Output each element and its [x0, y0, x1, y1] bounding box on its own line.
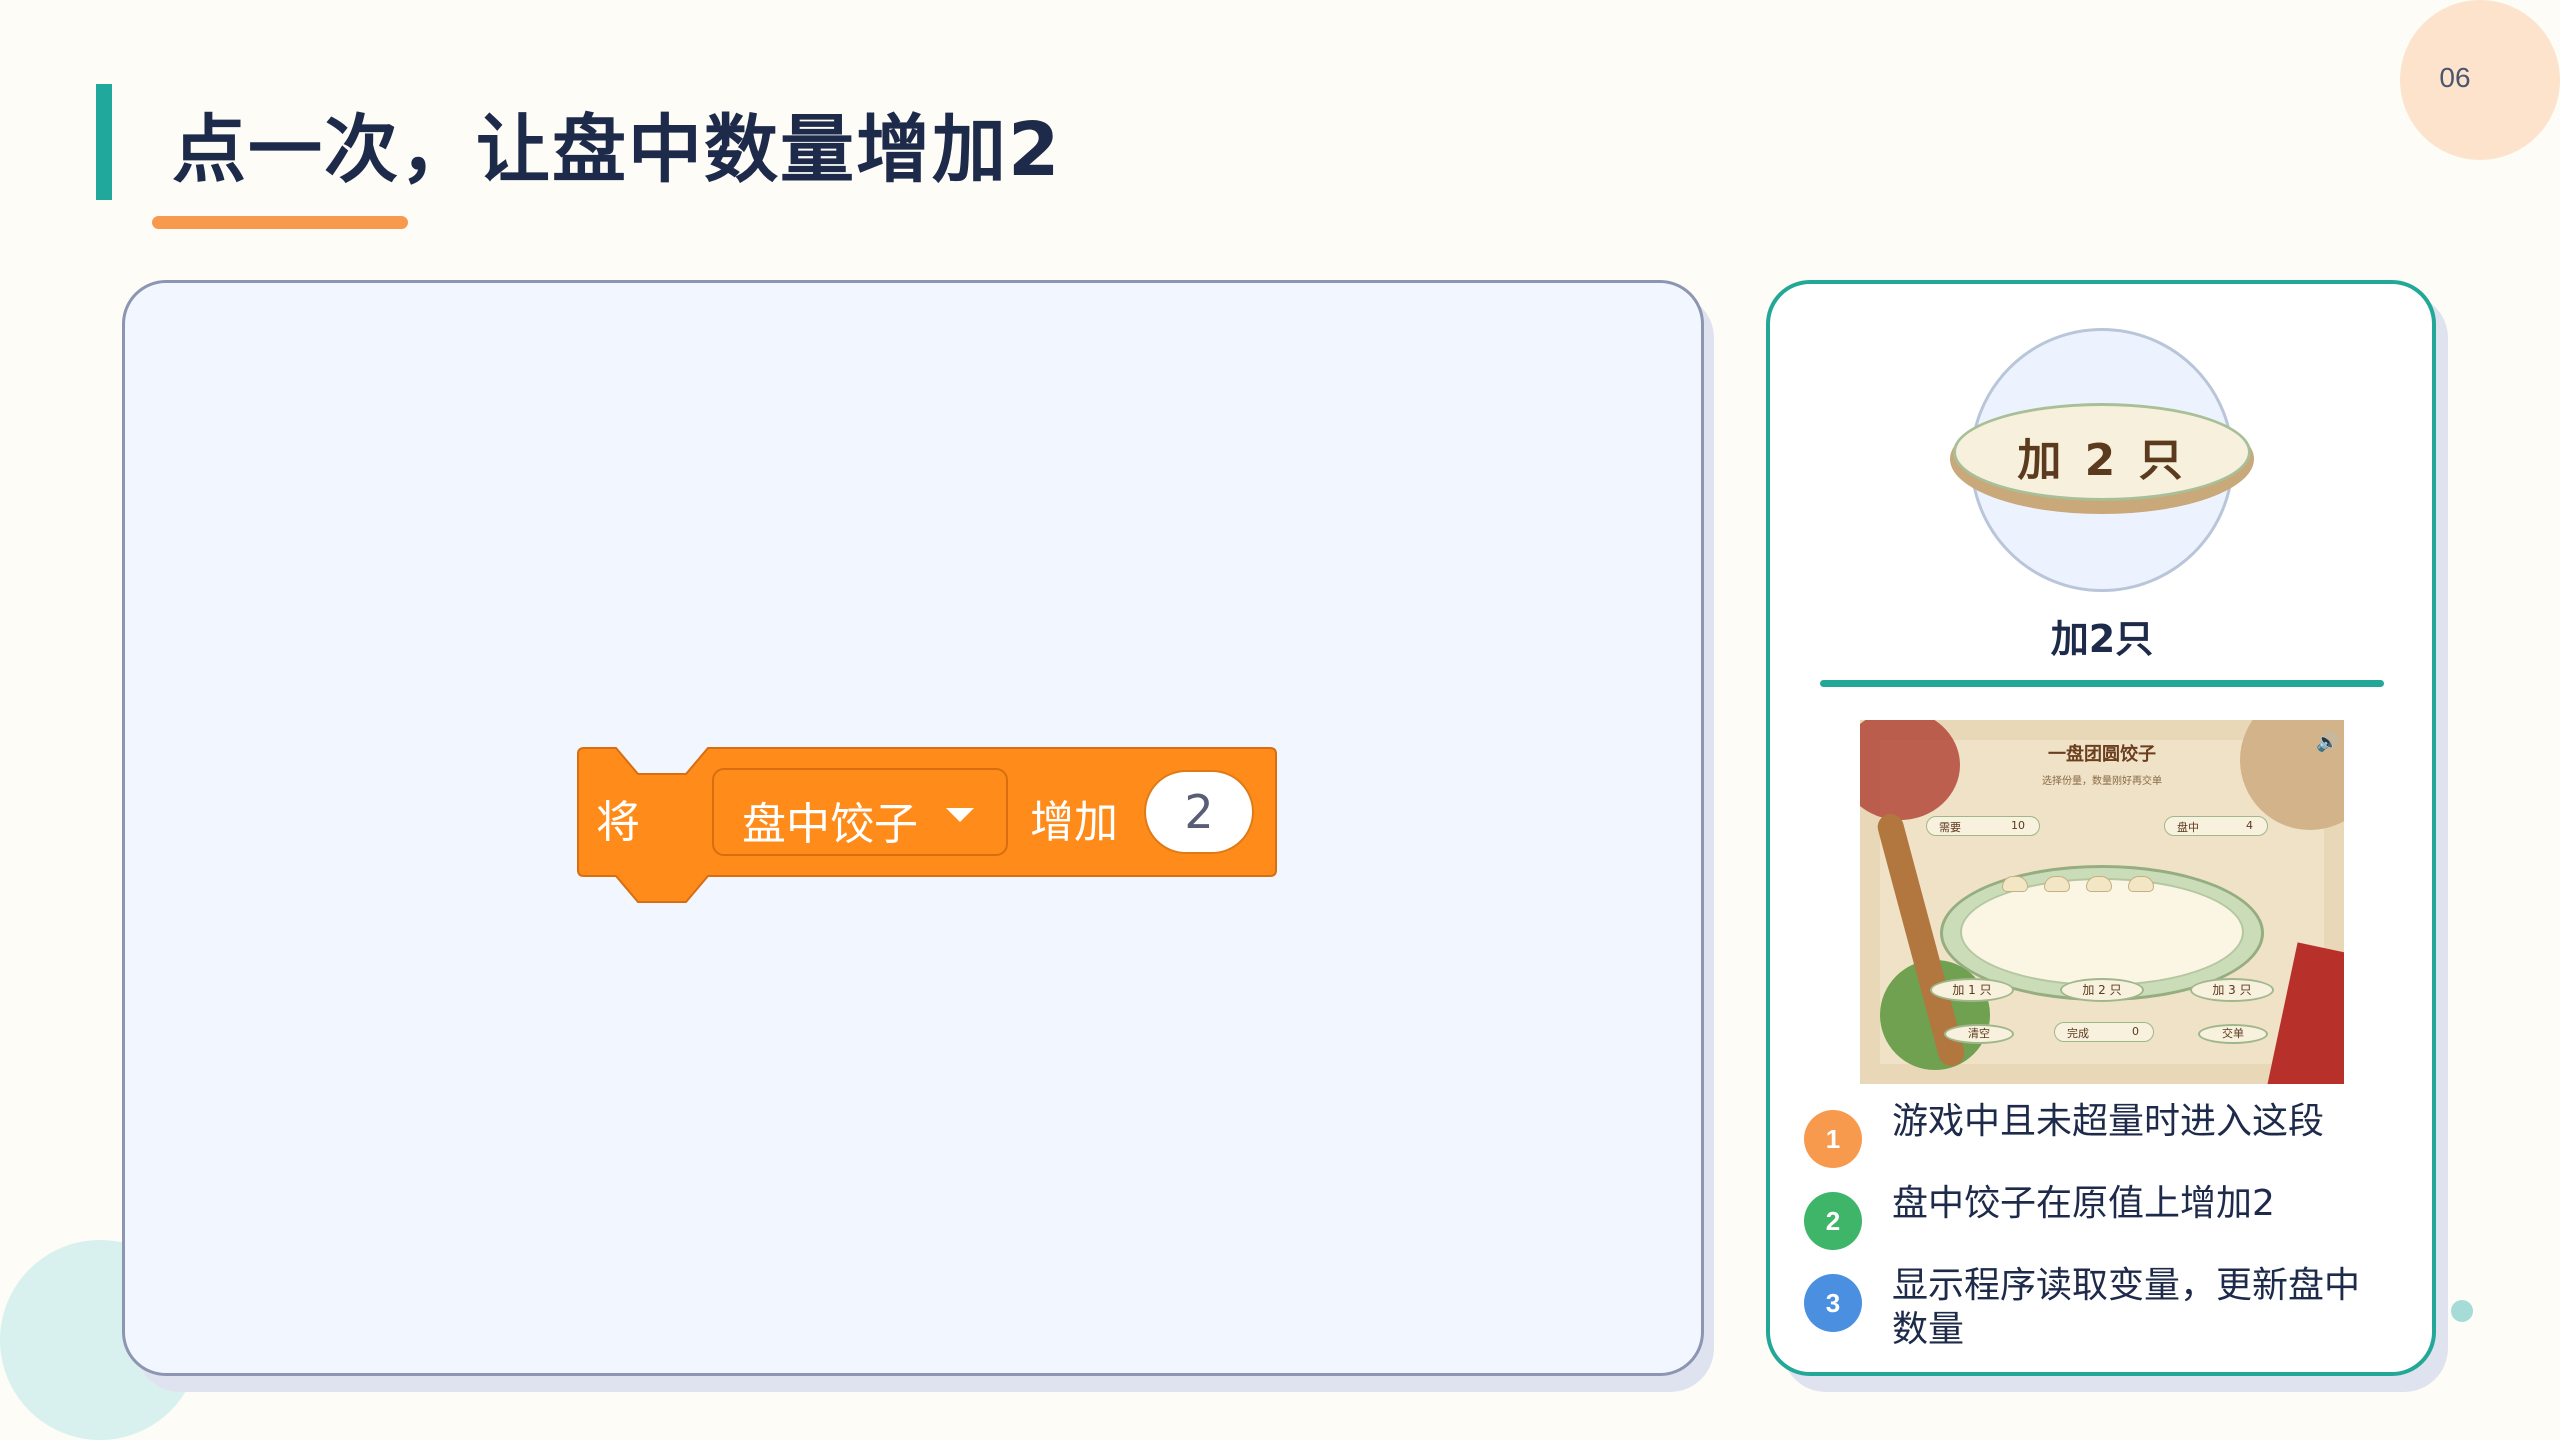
- game-title: 一盘团圆饺子: [2048, 744, 2156, 765]
- slide: 06 点一次，让盘中数量增加2 将 盘中饺子 增加 2 加 2 只 加2只 🔊: [0, 0, 2560, 1440]
- amount-input[interactable]: 2: [1144, 770, 1254, 854]
- card-divider: [1820, 680, 2384, 687]
- step-item: 1 游戏中且未超量时进入这段: [1804, 1101, 2424, 1170]
- block-action-label: 增加: [1030, 797, 1118, 848]
- game-add-3-button: 加 3 只: [2190, 978, 2274, 1002]
- need-label: 需要: [1939, 821, 1961, 834]
- need-counter: 需要 10: [1926, 816, 2040, 836]
- step-number-badge: 3: [1804, 1274, 1862, 1332]
- game-add-2-button: 加 2 只: [2060, 978, 2144, 1002]
- page-number: 06: [2439, 62, 2471, 93]
- plate-value: 4: [2246, 819, 2253, 832]
- game-plate-inner: [1960, 878, 2244, 986]
- step-text: 盘中饺子在原值上增加2: [1892, 1183, 2275, 1224]
- done-counter: 完成 0: [2054, 1022, 2154, 1042]
- variable-name: 盘中饺子: [742, 799, 918, 850]
- dumpling-icon: [2044, 876, 2070, 892]
- page-title: 点一次，让盘中数量增加2: [172, 107, 1062, 193]
- plate-counter: 盘中 4: [2164, 816, 2268, 836]
- decorative-dot: [2451, 1300, 2473, 1322]
- step-item: 2 盘中饺子在原值上增加2: [1804, 1183, 2424, 1252]
- need-value: 10: [2011, 819, 2025, 832]
- game-subtitle: 选择份量，数量刚好再交单: [2042, 776, 2162, 787]
- done-label: 完成: [2067, 1027, 2089, 1040]
- step-number-badge: 2: [1804, 1192, 1862, 1250]
- block-prefix-label: 将: [596, 797, 640, 848]
- add-2-button-label: 加 2 只: [2017, 435, 2187, 486]
- variable-dropdown[interactable]: 盘中饺子: [712, 768, 1008, 856]
- dropdown-caret-icon: [946, 808, 974, 822]
- step-text: 显示程序读取变量，更新盘中数量: [1892, 1265, 2361, 1350]
- game-screenshot: 🔊 一盘团圆饺子 选择份量，数量刚好再交单 需要 10 盘中 4 加 1 只 加…: [1860, 720, 2344, 1084]
- title-underline: [152, 216, 408, 229]
- step-item: 3 显示程序读取变量，更新盘中数量: [1804, 1265, 2424, 1364]
- game-add-1-button: 加 1 只: [1930, 978, 2014, 1002]
- plate-label: 盘中: [2177, 821, 2199, 834]
- step-text: 游戏中且未超量时进入这段: [1892, 1101, 2325, 1142]
- change-variable-block[interactable]: 将 盘中饺子 增加 2: [576, 746, 1278, 904]
- button-caption: 加2只: [2050, 617, 2154, 661]
- title-accent-bar: [96, 84, 112, 200]
- game-clear-button: 清空: [1944, 1024, 2014, 1044]
- dumpling-icon: [2086, 876, 2112, 892]
- done-value: 0: [2132, 1025, 2139, 1038]
- dumpling-icon: [2002, 876, 2028, 892]
- game-submit-button: 交单: [2198, 1024, 2268, 1044]
- step-number-badge: 1: [1804, 1110, 1862, 1168]
- dumpling-icon: [2128, 876, 2154, 892]
